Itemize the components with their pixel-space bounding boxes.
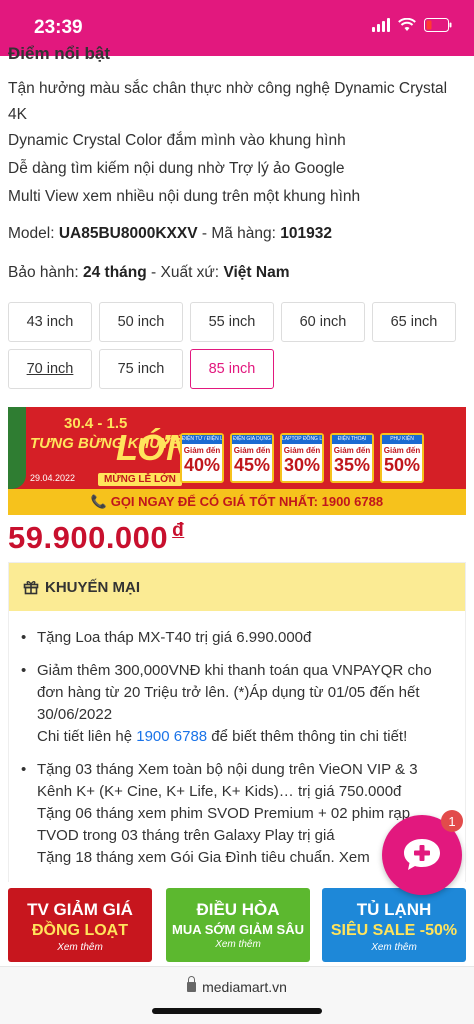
features-heading: Điểm nổi bật [8,44,111,63]
deal-category: ĐIỆN GIA DỤNG [232,435,272,444]
wifi-icon [398,18,416,32]
product-price: 59.900.000 đ [8,520,184,556]
banner-line-2: ĐỒNG LOẠT [32,922,128,939]
deal-box: ĐIỆN GIA DỤNG Giảm đến 45% [230,433,274,483]
size-option-70[interactable]: 70 inch [8,349,92,389]
banner-line-2: MUA SỚM GIẢM SÂU [172,922,304,937]
decor-tree [8,407,26,489]
signal-icon [372,18,390,32]
promo-banner[interactable]: 30.4 - 1.5 TƯNG BỪNG KHUYẾN MẠI LỚN 29.0… [8,407,466,515]
banner-start-date: 29.04.2022 [30,473,76,483]
banner-line-1: TỦ LẠNH [356,900,432,919]
size-label: 85 inch [208,361,256,377]
banner-see-more: Xem thêm [371,942,417,953]
size-label: 75 inch [117,361,165,377]
size-label: 55 inch [208,314,256,330]
deal-percent: 50% [383,455,421,475]
banner-hotline: 📞 GỌI NGAY ĐỂ CÓ GIÁ TỐT NHẤT: 1900 6788 [8,489,466,515]
size-label: 65 inch [390,314,438,330]
promotion-contact-pre: Chi tiết liên hệ [37,728,137,745]
deal-label: Giảm đến [333,446,371,455]
size-option-55[interactable]: 55 inch [190,302,274,342]
deal-label: Giảm đến [383,446,421,455]
url-text: mediamart.vn [202,979,287,995]
deal-category: LAPTOP ĐỒNG LOẠT [282,435,322,444]
promotion-item: Giảm thêm 300,000VNĐ khi thanh toán qua … [21,660,453,748]
banner-subtitle: MỪNG LỄ LỚN [98,473,182,486]
gift-icon [23,579,39,595]
deal-category: ĐIỆN TỬ / ĐIỆN LẠNH [182,435,222,444]
model-label: Model: [8,225,59,242]
feature-line-4: Multi View xem nhiều nội dung trên một k… [8,188,361,205]
deal-percent: 40% [183,455,221,475]
warranty-value: 24 tháng [82,264,147,281]
browser-url-bar[interactable]: mediamart.vn [0,966,474,1024]
banner-see-more: Xem thêm [57,942,103,953]
deal-label: Giảm đến [183,446,221,455]
deal-percent: 35% [333,455,371,475]
banner-line-2: SIÊU SALE -50% [330,922,458,939]
sku-label: - Mã hàng: [197,225,281,242]
promotion-text: Giảm thêm 300,000VNĐ khi thanh toán qua … [37,662,432,723]
model-line: Model: UA85BU8000KXXV - Mã hàng: 101932 [8,225,332,243]
tv-sale-banner[interactable]: TV GIẢM GIÁ ĐỒNG LOẠT Xem thêm [8,888,152,962]
price-currency: đ [172,520,185,541]
warranty-line: Bảo hành: 24 tháng - Xuất xứ: Việt Nam [8,264,290,282]
deal-label: Giảm đến [233,446,271,455]
size-option-85-selected[interactable]: 85 inch [190,349,274,389]
warranty-label: Bảo hành: [8,264,83,281]
origin-label: - Xuất xứ: [146,264,224,281]
promotion-text: Tặng 18 tháng xem Gói Gia Đình tiêu chuẩ… [37,849,370,866]
deal-percent: 30% [283,455,321,475]
banner-see-more: Xem thêm [215,939,261,950]
deal-box: PHỤ KIỆN Giảm đến 50% [380,433,424,483]
size-option-60[interactable]: 60 inch [281,302,365,342]
promotion-text: Tặng 03 tháng Xem toàn bộ nội dung trên … [37,761,418,800]
size-label: 70 inch [26,361,74,377]
origin-value: Việt Nam [223,264,290,281]
size-option-50[interactable]: 50 inch [99,302,183,342]
deal-box: LAPTOP ĐỒNG LOẠT Giảm đến 30% [280,433,324,483]
home-indicator[interactable] [152,1008,322,1014]
deal-percent: 45% [233,455,271,475]
deal-label: Giảm đến [283,446,321,455]
size-option-43[interactable]: 43 inch [8,302,92,342]
deal-box: ĐIỆN TỬ / ĐIỆN LẠNH Giảm đến 40% [180,433,224,483]
promotion-header: KHUYẾN MẠI [9,563,465,611]
status-icons [372,18,452,32]
status-time: 23:39 [34,17,83,38]
bottom-banner-strip: TV GIẢM GIÁ ĐỒNG LOẠT Xem thêm ĐIỀU HÒA … [0,882,474,966]
promotion-item: Tặng Loa tháp MX-T40 trị giá 6.990.000đ [21,627,453,649]
feature-line-2: Dynamic Crystal Color đắm mình vào khung… [8,132,346,149]
deal-category: ĐIỆN THOẠI [332,435,372,444]
aircon-sale-banner[interactable]: ĐIỀU HÒA MUA SỚM GIẢM SÂU Xem thêm [166,888,310,962]
size-label: 50 inch [117,314,165,330]
deal-box: ĐIỆN THOẠI Giảm đến 35% [330,433,374,483]
size-label: 60 inch [299,314,347,330]
model-value: UA85BU8000KXXV [58,225,198,242]
promotion-contact-post: để biết thêm thông tin chi tiết! [207,728,408,745]
banner-line-1: ĐIỀU HÒA [196,900,280,919]
url-display: mediamart.vn [0,976,474,995]
hotline-link[interactable]: 1900 6788 [136,728,207,745]
promotion-title: KHUYẾN MẠI [45,578,141,596]
feature-line-1: Tận hưởng màu sắc chân thực nhờ công ngh… [8,80,448,123]
size-label: 43 inch [26,314,74,330]
price-value: 59.900.000 [8,520,169,555]
chat-plus-icon [404,839,440,870]
deal-category: PHỤ KIỆN [382,435,422,444]
lock-icon [187,976,197,992]
feature-line-3: Dễ dàng tìm kiếm nội dung nhờ Trợ lý ảo … [8,160,345,177]
sku-value: 101932 [280,225,333,242]
size-option-65[interactable]: 65 inch [372,302,456,342]
fridge-sale-banner[interactable]: TỦ LẠNH SIÊU SALE -50% Xem thêm [322,888,466,962]
banner-line-1: TV GIẢM GIÁ [27,900,133,919]
battery-icon [424,18,452,32]
size-option-75[interactable]: 75 inch [99,349,183,389]
promotion-text: Tặng 06 tháng xem phim SVOD Premium + 02… [37,805,411,844]
chat-notification-badge: 1 [441,810,463,832]
